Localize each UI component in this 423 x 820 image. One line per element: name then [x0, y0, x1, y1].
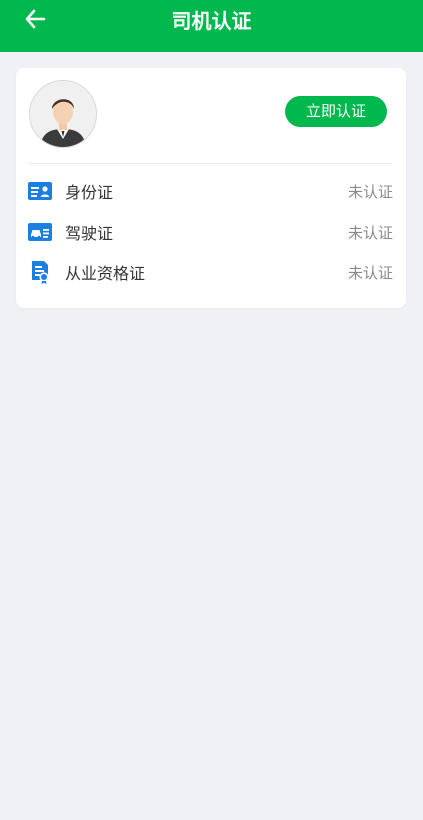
avatar	[29, 80, 97, 148]
header-bar: 司机认证	[0, 0, 423, 52]
qualification-certificate-icon	[28, 260, 52, 284]
verify-now-button[interactable]: 立即认证	[285, 96, 387, 127]
driver-auth-card: 立即认证 身份证 未认证 驾驶证 未认证 从业资格证 未认证	[16, 68, 406, 308]
list-item-qualification-certificate[interactable]: 从业资格证 未认证	[28, 257, 393, 287]
status-text: 未认证	[347, 263, 393, 282]
list-item-label: 从业资格证	[65, 264, 146, 283]
list-item-id-card[interactable]: 身份证 未认证	[28, 176, 393, 206]
page-title: 司机认证	[171, 9, 252, 33]
status-text: 未认证	[347, 182, 393, 201]
id-card-icon	[28, 179, 52, 203]
list-item-driver-license[interactable]: 驾驶证 未认证	[28, 217, 393, 247]
divider	[28, 163, 392, 164]
list-item-label: 身份证	[65, 183, 114, 202]
driver-license-icon	[28, 220, 52, 244]
list-item-label: 驾驶证	[65, 224, 114, 243]
status-text: 未认证	[347, 223, 393, 242]
